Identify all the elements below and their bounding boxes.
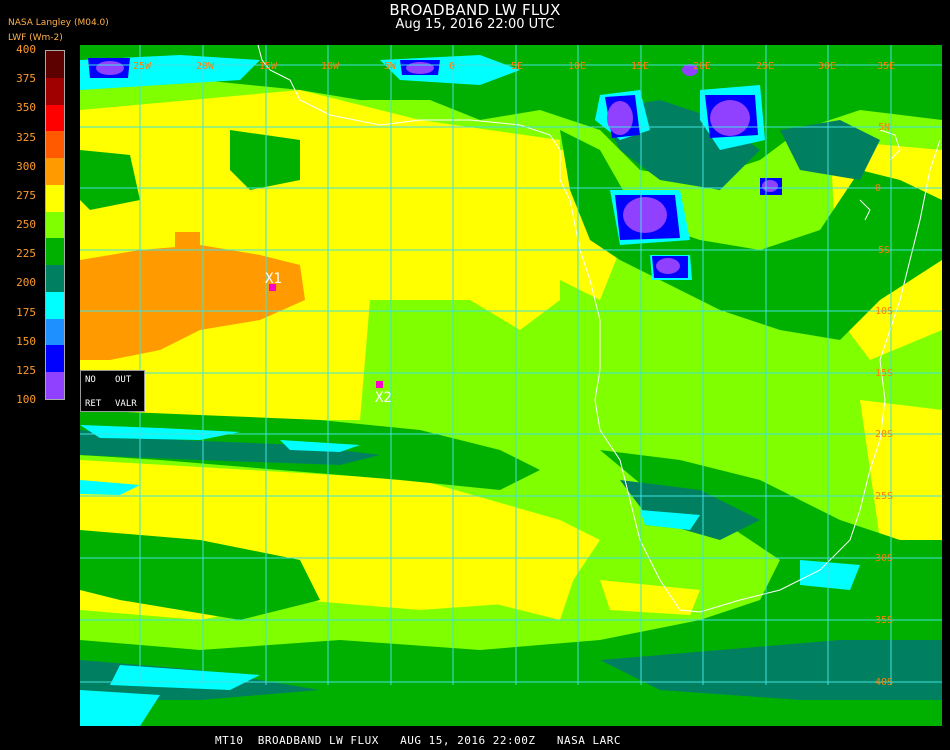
footer-caption: MT10 BROADBAND LW FLUX AUG 15, 2016 22:0… [215,734,621,747]
legend-out: OUT [115,375,132,385]
lon-label: 5W [384,61,397,72]
lon-label: 30E [818,61,836,72]
lon-label: 0 [449,61,455,72]
legend-ret: RET [85,399,102,409]
lon-label: 10W [321,61,340,72]
lat-label: 15S [875,368,893,379]
no-retrieval-legend: NO OUT RET VALR [80,370,145,412]
lat-label: 20S [875,429,893,440]
lat-label: 0 [875,183,881,194]
marker-label: X2 [375,390,392,406]
marker-square [376,381,383,388]
lon-label: 15W [259,61,278,72]
lat-label: 5N [878,122,890,133]
lat-label: 30S [875,553,893,564]
lon-label: 20E [693,61,711,72]
lon-label: 10E [568,61,586,72]
lon-label: 25W [133,61,152,72]
lon-label: 35E [877,61,895,72]
legend-valr: VALR [115,399,137,409]
lon-label: 15E [631,61,649,72]
legend-no: NO [85,375,96,385]
lat-label: 5S [878,245,890,256]
lat-label: 40S [875,677,893,688]
lat-label: 10S [875,306,893,317]
lat-label: 25S [875,491,893,502]
lat-label: 35S [875,615,893,626]
lon-label: 25E [756,61,774,72]
lon-label: 5E [511,61,523,72]
lon-label: 20W [196,61,215,72]
marker-label: X1 [265,271,282,287]
